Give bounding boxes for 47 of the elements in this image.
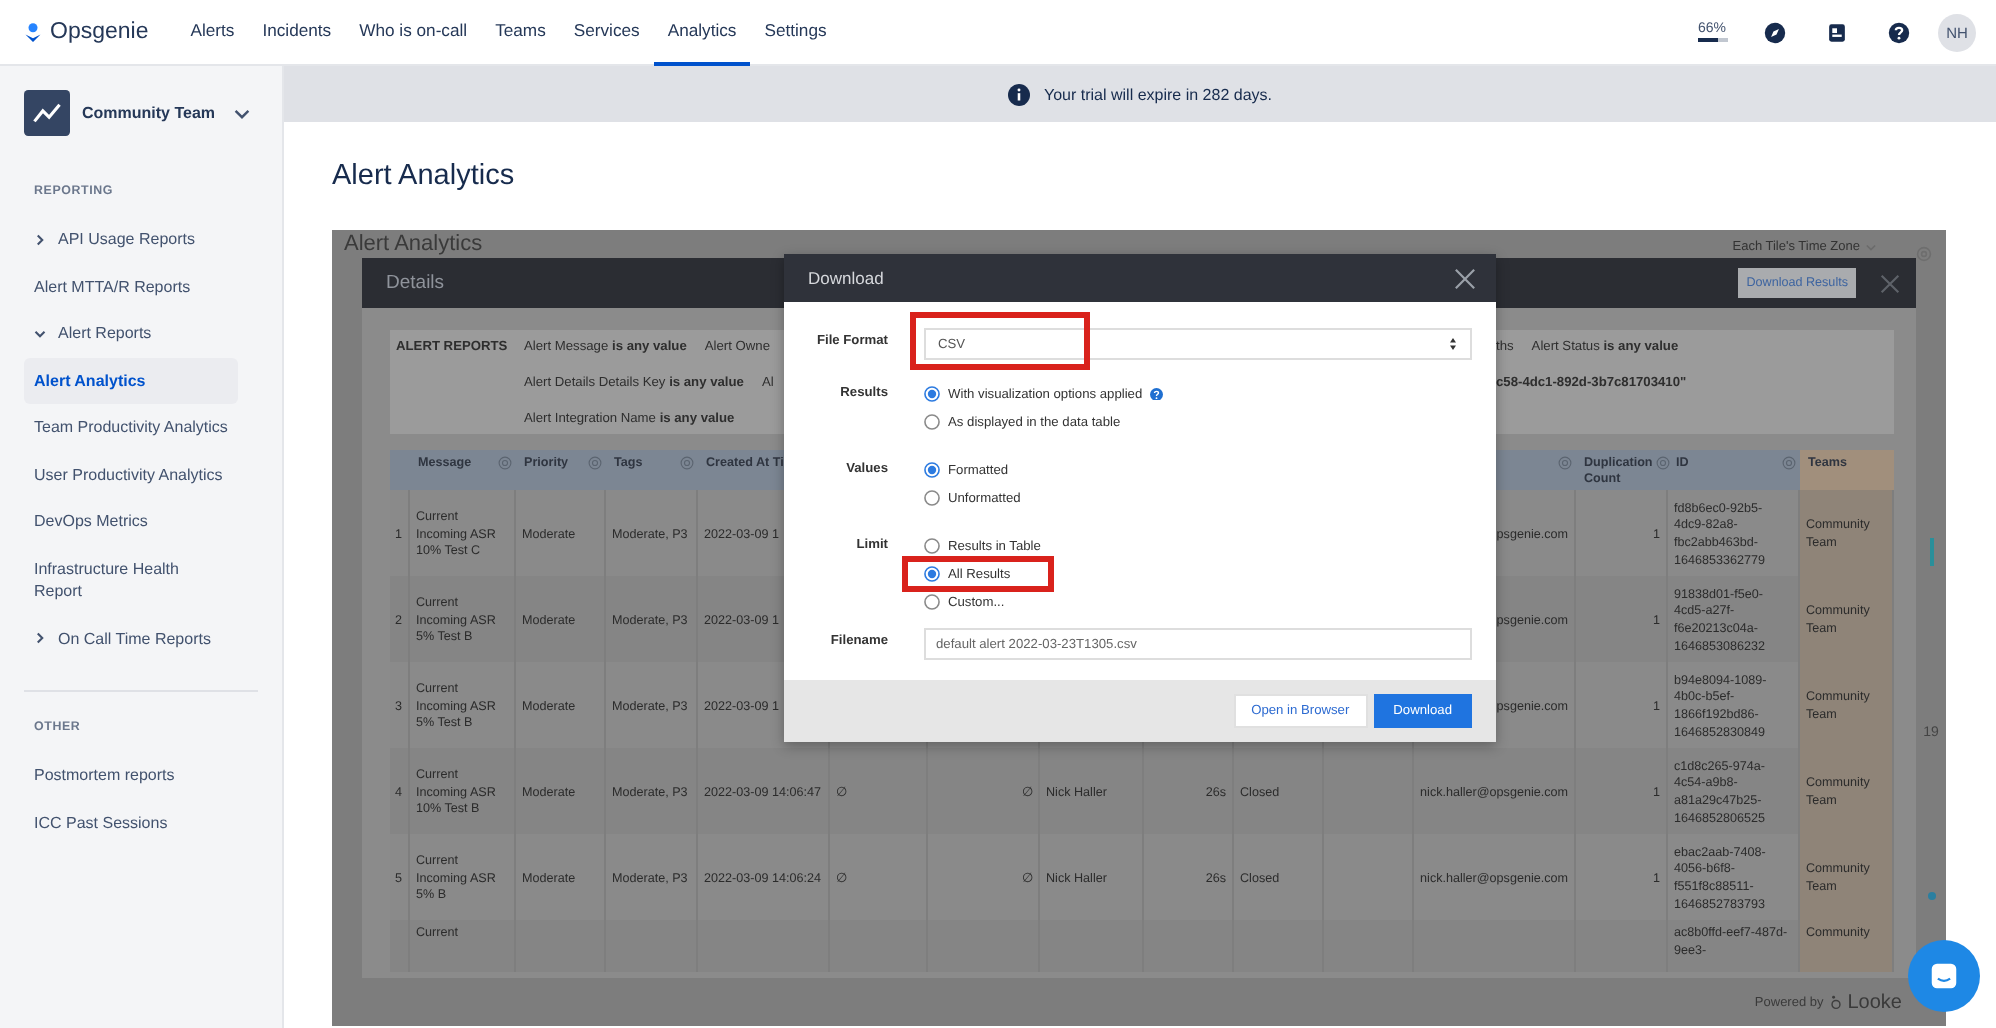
page-title: Alert Analytics — [332, 160, 515, 192]
chevron-icon — [234, 107, 250, 119]
status-dot — [1927, 892, 1935, 900]
sidebar-item[interactable]: Alert MTTA/R Reports — [24, 263, 238, 310]
radio-button[interactable] — [924, 594, 940, 610]
dashboard-title: Alert Analytics — [344, 232, 485, 258]
chat-launcher[interactable] — [1908, 940, 1980, 1012]
sidebar-item[interactable]: Postmortem reports — [24, 752, 238, 799]
sidebar-item[interactable]: Infrastructure Health Report — [24, 545, 238, 615]
panel-title: Details — [386, 272, 445, 294]
brand-text: Looke — [1847, 991, 1902, 1013]
book-icon[interactable] — [1826, 21, 1848, 43]
dialog-title: Download — [808, 268, 884, 288]
radio-button[interactable] — [924, 566, 940, 582]
sidebar-item[interactable]: ICC Past Sessions — [24, 799, 238, 846]
nav-tab[interactable]: Alerts — [176, 0, 249, 65]
logo-text[interactable]: Opsgenie — [50, 20, 149, 44]
team-selector[interactable]: Community Team — [24, 90, 258, 136]
compass-icon[interactable] — [1764, 21, 1786, 43]
radio-button[interactable] — [924, 462, 940, 478]
sidebar-item[interactable]: User Productivity Analytics — [24, 451, 238, 498]
banner-text: Your trial will expire in 282 days. — [1044, 85, 1272, 103]
nav-tab[interactable]: Services — [559, 0, 654, 65]
scroll-marker — [1929, 538, 1933, 566]
radio-button[interactable] — [924, 538, 940, 554]
sidebar-item[interactable]: Alert Analytics — [24, 357, 238, 404]
info-icon — [1008, 83, 1030, 105]
sidebar-item[interactable]: DevOps Metrics — [24, 498, 238, 545]
radio-button[interactable] — [924, 490, 940, 506]
nav-tab[interactable]: Teams — [481, 0, 560, 65]
nav-tab[interactable]: Who is on-call — [345, 0, 482, 65]
sidebar-item[interactable]: API Usage Reports — [24, 216, 238, 263]
logo-icon — [24, 21, 42, 43]
close-icon[interactable] — [1454, 267, 1476, 289]
chart-icon — [24, 90, 70, 136]
nav-tab[interactable]: Settings — [750, 0, 841, 65]
close-icon[interactable] — [1880, 273, 1900, 293]
nav-tab[interactable]: Incidents — [248, 0, 346, 65]
radio-button[interactable] — [924, 414, 940, 430]
sort-arrows-icon — [1450, 338, 1456, 350]
sidebar-item[interactable]: Team Productivity Analytics — [24, 404, 238, 451]
sidebar-item[interactable]: On Call Time Reports — [24, 615, 238, 662]
chat-icon — [1930, 962, 1958, 990]
sidebar-item[interactable]: Alert Reports — [24, 310, 238, 357]
looker-logo-icon — [1829, 994, 1842, 1010]
help-icon[interactable] — [1888, 21, 1910, 43]
radio-button[interactable] — [924, 386, 940, 402]
